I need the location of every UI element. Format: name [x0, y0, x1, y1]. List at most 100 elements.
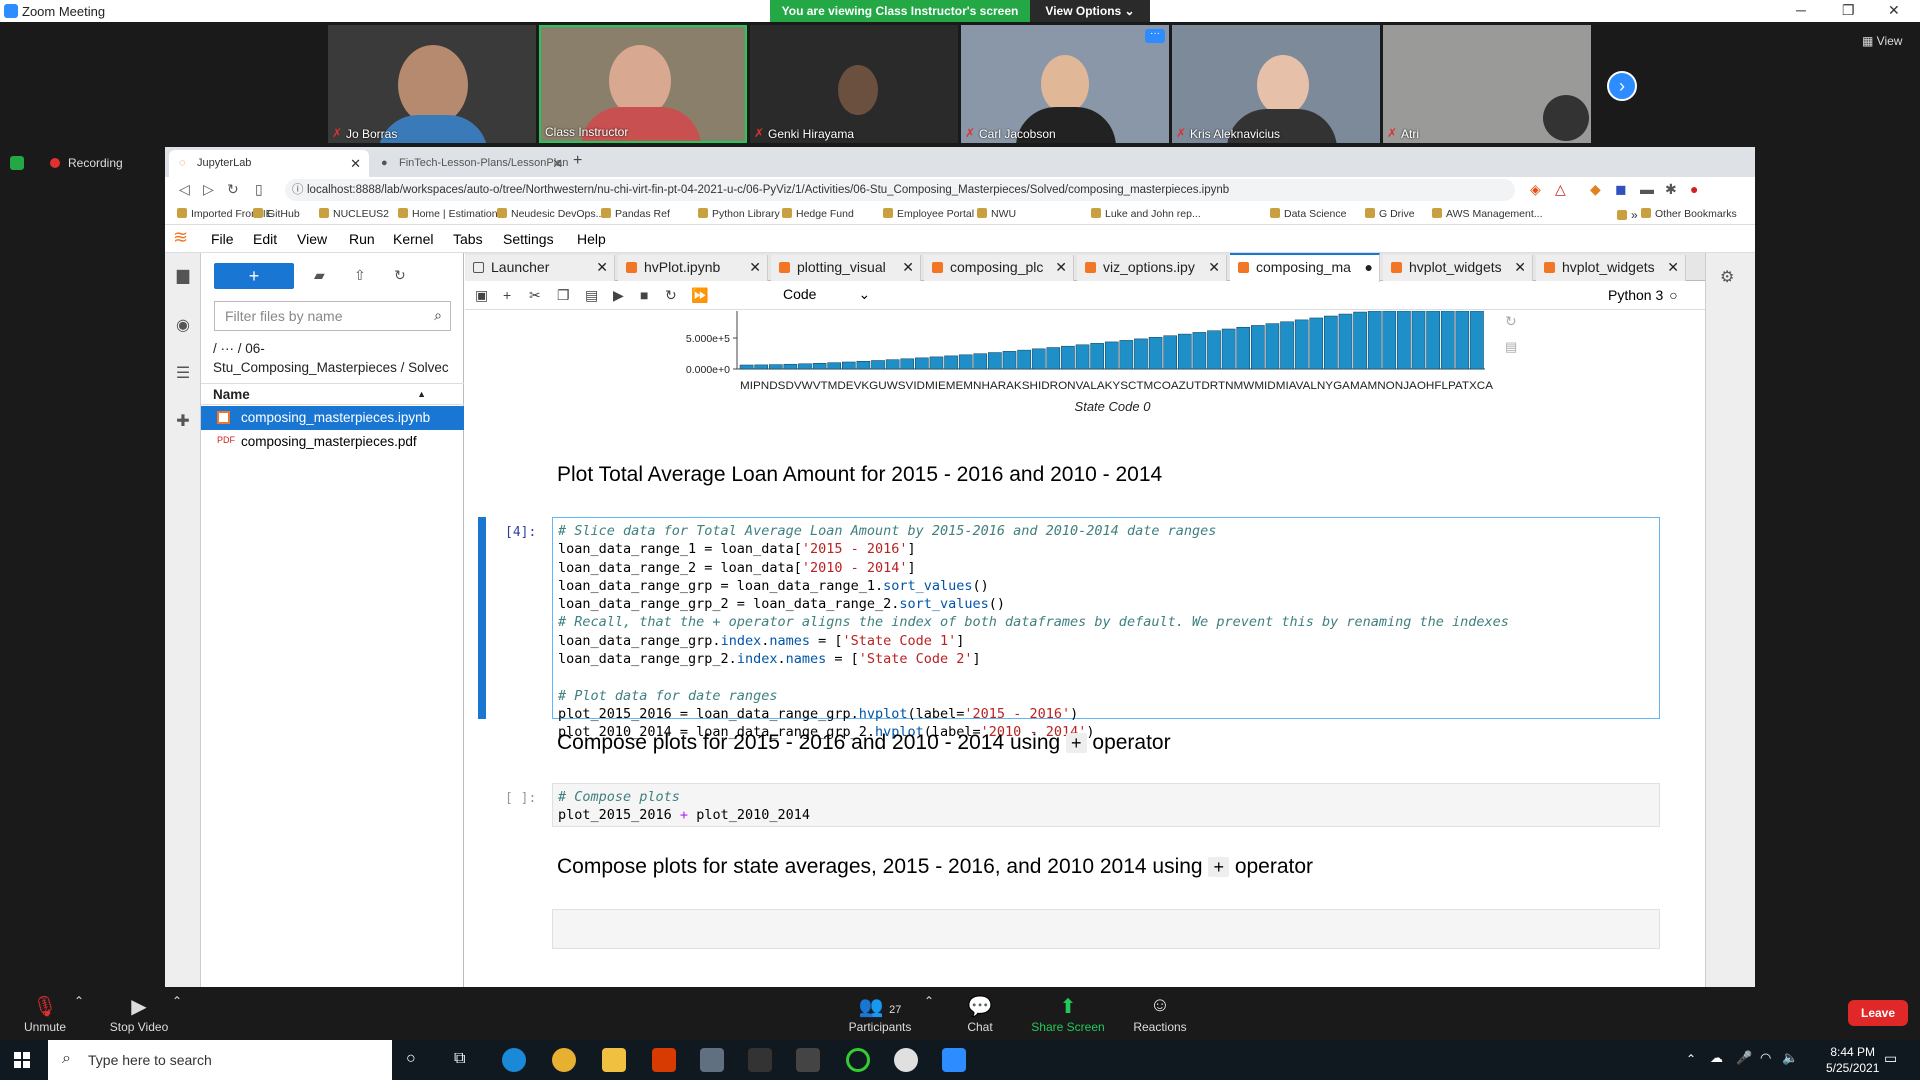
- view-options-button[interactable]: View Options ⌄: [1030, 0, 1150, 22]
- close-tab-icon[interactable]: ✕: [1511, 255, 1526, 280]
- copy-icon[interactable]: ❐: [557, 287, 570, 304]
- bookmark-item[interactable]: NUCLEUS2: [319, 208, 389, 220]
- puzzle-icon[interactable]: ✱: [1665, 181, 1677, 198]
- notifications-icon[interactable]: ▭: [1884, 1050, 1897, 1067]
- doc-tab[interactable]: composing_plc ✕: [924, 255, 1074, 281]
- chrome-icon[interactable]: [552, 1048, 576, 1072]
- leave-button[interactable]: Leave: [1848, 1000, 1908, 1026]
- file-item[interactable]: PDF composing_masterpieces.pdf: [201, 430, 464, 454]
- bookmark-item[interactable]: Hedge Fund: [782, 208, 854, 220]
- menu-view[interactable]: View: [297, 231, 327, 247]
- cloud-icon[interactable]: ☁: [1710, 1050, 1723, 1066]
- file-item[interactable]: composing_masterpieces.ipynb: [201, 406, 464, 430]
- other-bookmarks[interactable]: Other Bookmarks: [1641, 208, 1737, 220]
- close-tab-icon[interactable]: ✕: [1205, 255, 1220, 280]
- cell-type-select[interactable]: Code ⌄: [783, 286, 870, 303]
- toc-icon[interactable]: ☰: [173, 363, 193, 383]
- bookmark-item[interactable]: AWS Management...: [1432, 208, 1542, 220]
- translate-icon[interactable]: ◼: [1615, 181, 1627, 198]
- caret-up-icon[interactable]: ⌃: [172, 994, 182, 1008]
- brave-shield-icon[interactable]: ◈: [1530, 181, 1541, 198]
- hover-tool-icon[interactable]: ▤: [1505, 339, 1517, 355]
- new-launcher-button[interactable]: +: [214, 263, 294, 289]
- close-tab-icon[interactable]: ✕: [552, 150, 563, 177]
- url-field[interactable]: ⓘ localhost:8888/lab/workspaces/auto-o/tr…: [285, 179, 1515, 201]
- participant-tile[interactable]: ✗ Kris Aleknavicius: [1172, 25, 1380, 143]
- zoom-taskbar-icon[interactable]: [942, 1048, 966, 1072]
- doc-tab[interactable]: composing_ma ●: [1230, 253, 1380, 282]
- running-icon[interactable]: ◉: [173, 315, 193, 335]
- add-cell-icon[interactable]: +: [503, 287, 511, 303]
- run-icon[interactable]: ▶: [613, 287, 624, 304]
- calculator-icon[interactable]: [700, 1048, 724, 1072]
- brave-rewards-icon[interactable]: △: [1555, 181, 1566, 198]
- menu-tabs[interactable]: Tabs: [453, 231, 483, 247]
- profile-icon[interactable]: ●: [1690, 181, 1698, 197]
- close-icon[interactable]: ✕: [1888, 2, 1900, 19]
- participant-tile[interactable]: ✗ Jo Borras: [328, 25, 536, 143]
- menu-help[interactable]: Help: [577, 231, 606, 247]
- bookmark-icon[interactable]: ▯: [255, 181, 263, 198]
- stop-video-button[interactable]: ▶ Stop Video: [104, 994, 174, 1034]
- bookmark-item[interactable]: Home | Estimation...: [398, 208, 506, 220]
- close-tab-icon[interactable]: ✕: [1052, 255, 1067, 280]
- new-folder-icon[interactable]: ▰: [314, 267, 325, 284]
- window-icon[interactable]: [796, 1048, 820, 1072]
- windows-start-icon[interactable]: [14, 1052, 30, 1068]
- forward-icon[interactable]: ▷: [203, 181, 214, 198]
- system-clock[interactable]: 8:44 PM 5/25/2021: [1826, 1044, 1879, 1076]
- doc-tab[interactable]: plotting_visual ✕: [771, 255, 921, 281]
- cut-icon[interactable]: ✂: [529, 287, 541, 304]
- menu-run[interactable]: Run: [349, 231, 375, 247]
- extension-icon[interactable]: ✚: [173, 411, 193, 431]
- menu-kernel[interactable]: Kernel: [393, 231, 433, 247]
- kernel-indicator[interactable]: Python 3 ○: [1608, 287, 1678, 303]
- doc-tab[interactable]: hvplot_widgets ✕: [1383, 255, 1533, 281]
- unmute-button[interactable]: 🎙 Unmute: [20, 994, 70, 1034]
- minimize-icon[interactable]: ─: [1796, 2, 1806, 18]
- doc-tab[interactable]: viz_options.ipy ✕: [1077, 255, 1227, 281]
- code-cell-editor[interactable]: # Slice data for Total Average Loan Amou…: [552, 517, 1660, 740]
- more-options-icon[interactable]: ···: [1145, 29, 1165, 43]
- new-tab-icon[interactable]: +: [573, 152, 582, 170]
- code-cell-editor[interactable]: [552, 909, 1660, 949]
- cortana-icon[interactable]: ○: [406, 1050, 416, 1068]
- close-tab-icon[interactable]: ✕: [746, 255, 761, 280]
- back-icon[interactable]: ◁: [179, 181, 190, 198]
- taskbar-search-box[interactable]: ⌕ Type here to search: [48, 1040, 392, 1080]
- fast-forward-icon[interactable]: ⏩: [691, 287, 708, 304]
- mic-tray-icon[interactable]: 🎤: [1736, 1050, 1752, 1066]
- menu-edit[interactable]: Edit: [253, 231, 277, 247]
- restore-icon[interactable]: ❐: [1842, 2, 1855, 19]
- caret-up-icon[interactable]: ⌃: [924, 994, 934, 1008]
- app-ring-icon[interactable]: [846, 1048, 870, 1072]
- bookmark-item[interactable]: Luke and John rep...: [1091, 208, 1201, 220]
- bookmark-item[interactable]: NWU: [977, 208, 1016, 220]
- wifi-icon[interactable]: ◠: [1760, 1050, 1771, 1066]
- reset-tool-icon[interactable]: ↻: [1505, 313, 1517, 330]
- metamask-icon[interactable]: ◆: [1590, 181, 1601, 198]
- caret-up-icon[interactable]: ⌃: [74, 994, 84, 1008]
- share-screen-button[interactable]: ⬆ Share Screen: [1030, 994, 1106, 1034]
- extension-icon[interactable]: ▬: [1640, 181, 1654, 197]
- tray-chevron-icon[interactable]: ⌃: [1686, 1052, 1696, 1066]
- bookmark-item[interactable]: Employee Portal: [883, 208, 974, 220]
- doc-tab[interactable]: hvplot_widgets ✕: [1536, 255, 1686, 281]
- bookmark-item[interactable]: Python Library: [698, 208, 780, 220]
- close-tab-icon[interactable]: ✕: [899, 255, 914, 280]
- unsaved-dot-icon[interactable]: ●: [1361, 255, 1373, 280]
- restart-icon[interactable]: ↻: [665, 287, 677, 304]
- terminal-icon[interactable]: [748, 1048, 772, 1072]
- office-icon[interactable]: [652, 1048, 676, 1072]
- bookmark-item[interactable]: Data Science: [1270, 208, 1346, 220]
- slack-icon[interactable]: [894, 1048, 918, 1072]
- stop-icon[interactable]: ■: [640, 287, 648, 303]
- bookmark-item[interactable]: Pandas Ref: [601, 208, 670, 220]
- settings-gear-icon[interactable]: ⚙: [1720, 267, 1734, 287]
- breadcrumb[interactable]: / ··· / 06- Stu_Composing_Masterpieces /…: [213, 339, 463, 377]
- bookmark-item[interactable]: Neudesic DevOps...: [497, 208, 604, 220]
- reload-icon[interactable]: ↻: [227, 181, 239, 198]
- paste-icon[interactable]: ▤: [585, 287, 598, 304]
- menu-file[interactable]: File: [211, 231, 234, 247]
- filter-files-input[interactable]: Filter files by name ⌕: [214, 301, 451, 331]
